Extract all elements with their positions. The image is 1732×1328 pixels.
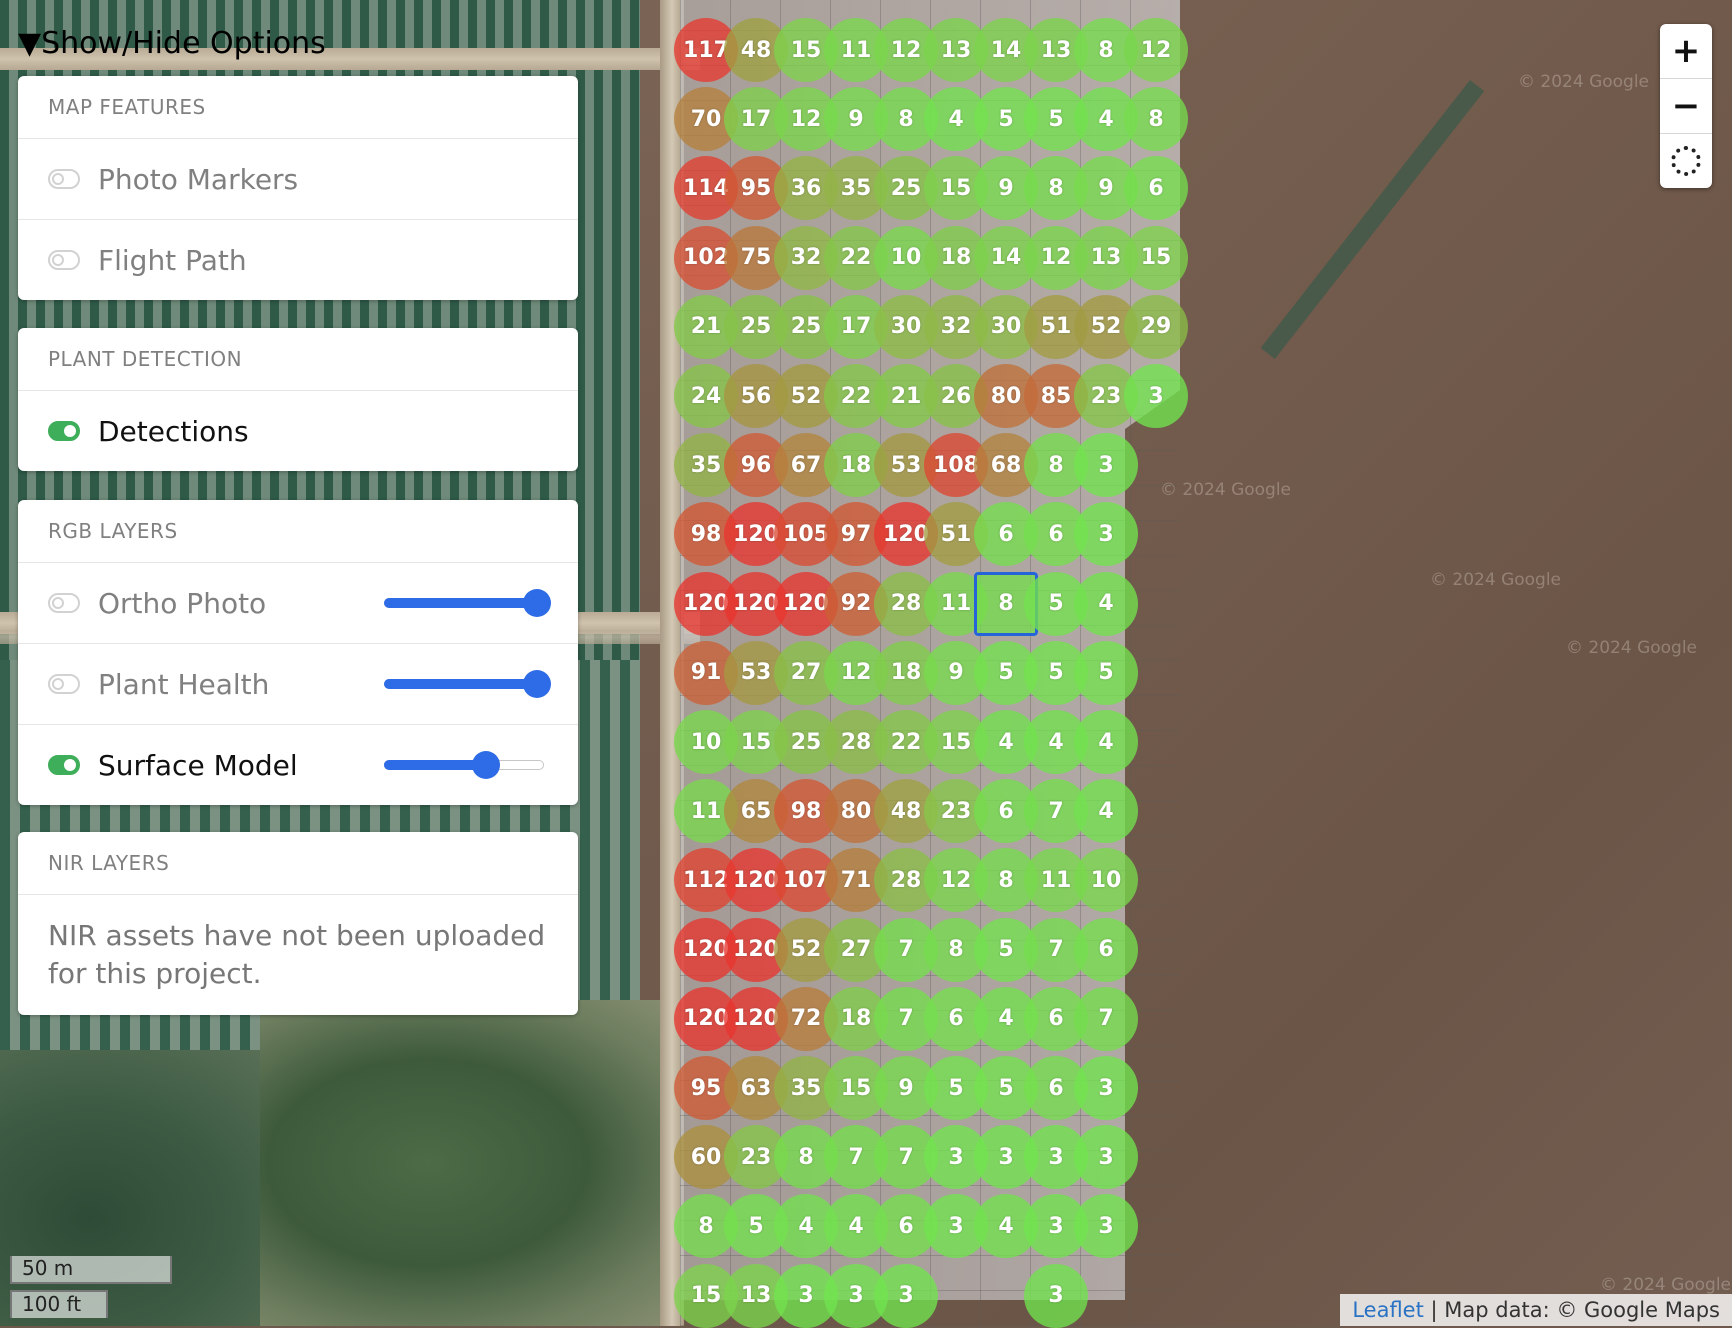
scale-bar-metric: 50 m [10, 1256, 172, 1284]
panel-title: NIR LAYERS [18, 832, 578, 895]
slider-thumb[interactable] [523, 670, 551, 698]
layer-row-photo-markers[interactable]: Photo Markers [18, 139, 578, 220]
detection-count-cell[interactable]: 3 [1074, 1194, 1138, 1259]
layer-label: Detections [98, 414, 249, 448]
flight-path-toggle[interactable] [48, 250, 80, 270]
detection-count-cell[interactable]: 15 [1124, 225, 1188, 290]
surface-model-opacity-slider[interactable] [384, 751, 544, 779]
layer-row-surface-model[interactable]: Surface Model [18, 725, 578, 805]
nir-layers-panel: NIR LAYERS NIR assets have not been uplo… [18, 832, 578, 1015]
plant-health-opacity-slider[interactable] [384, 670, 551, 698]
attribution-separator: | [1423, 1298, 1445, 1322]
detection-count-cell[interactable]: 3 [1074, 1125, 1138, 1190]
detection-count-cell[interactable]: 10 [1074, 848, 1138, 913]
layer-row-ortho-photo[interactable]: Ortho Photo [18, 563, 578, 644]
detection-count-cell[interactable]: 3 [1024, 1263, 1088, 1328]
detection-count-cell[interactable]: 3 [1124, 364, 1188, 428]
leaflet-link[interactable]: Leaflet [1352, 1298, 1424, 1322]
detection-count-cell[interactable]: 3 [1074, 1056, 1138, 1120]
detection-count-cell[interactable]: 12 [1124, 18, 1188, 82]
ortho-photo-toggle[interactable] [48, 593, 80, 613]
layer-label: Surface Model [98, 748, 298, 782]
detection-count-cell[interactable]: 8 [1124, 87, 1188, 152]
zoom-in-button[interactable]: + [1660, 24, 1712, 79]
detection-count-cell[interactable]: 7 [1074, 986, 1138, 1051]
map-data-credit: Map data: © Google Maps [1444, 1298, 1720, 1322]
zoom-control: + − [1660, 24, 1712, 188]
slider-thumb[interactable] [471, 751, 500, 779]
detection-count-cell[interactable]: 3 [1074, 502, 1138, 567]
ortho-photo-opacity-slider[interactable] [384, 589, 551, 617]
slider-thumb[interactable] [523, 589, 551, 617]
detection-count-cell[interactable]: 29 [1124, 294, 1188, 359]
surface-model-toggle[interactable] [48, 755, 80, 775]
layer-row-plant-health[interactable]: Plant Health [18, 644, 578, 725]
zoom-out-button[interactable]: − [1660, 79, 1712, 134]
panel-title: MAP FEATURES [18, 76, 578, 139]
panel-title: PLANT DETECTION [18, 328, 578, 391]
detection-count-cell[interactable]: 3 [1074, 433, 1138, 498]
layer-label: Photo Markers [98, 162, 299, 196]
nir-empty-message: NIR assets have not been uploaded for th… [48, 919, 546, 990]
map-attribution: Leaflet | Map data: © Google Maps [1340, 1294, 1732, 1326]
detection-count-cell[interactable]: 4 [1074, 779, 1138, 844]
scale-bar-imperial: 100 ft [10, 1290, 108, 1318]
show-hide-options-toggle[interactable]: ▼Show/Hide Options [18, 26, 326, 61]
layer-label: Flight Path [98, 243, 247, 277]
detection-count-cell[interactable]: 5 [1074, 640, 1138, 705]
rgb-layers-panel: RGB LAYERS Ortho Photo Plant Health Surf… [18, 500, 578, 805]
detection-count-cell[interactable]: 3 [874, 1263, 938, 1328]
detection-count-cell[interactable]: 6 [1124, 156, 1188, 221]
plant-detection-panel: PLANT DETECTION Detections [18, 328, 578, 471]
layer-row-flight-path[interactable]: Flight Path [18, 220, 578, 300]
plant-health-toggle[interactable] [48, 674, 80, 694]
detection-count-cell[interactable]: 4 [1074, 571, 1138, 636]
detections-toggle[interactable] [48, 421, 80, 441]
layer-label: Ortho Photo [98, 586, 267, 620]
map-features-panel: MAP FEATURES Photo Markers Flight Path [18, 76, 578, 300]
detection-count-cell[interactable]: 4 [1074, 710, 1138, 774]
panel-title: RGB LAYERS [18, 500, 578, 563]
layer-row-detections[interactable]: Detections [18, 391, 578, 471]
loading-spinner-icon [1660, 134, 1712, 188]
photo-markers-toggle[interactable] [48, 169, 80, 189]
detection-count-cell[interactable]: 6 [1074, 917, 1138, 982]
layer-label: Plant Health [98, 667, 270, 701]
